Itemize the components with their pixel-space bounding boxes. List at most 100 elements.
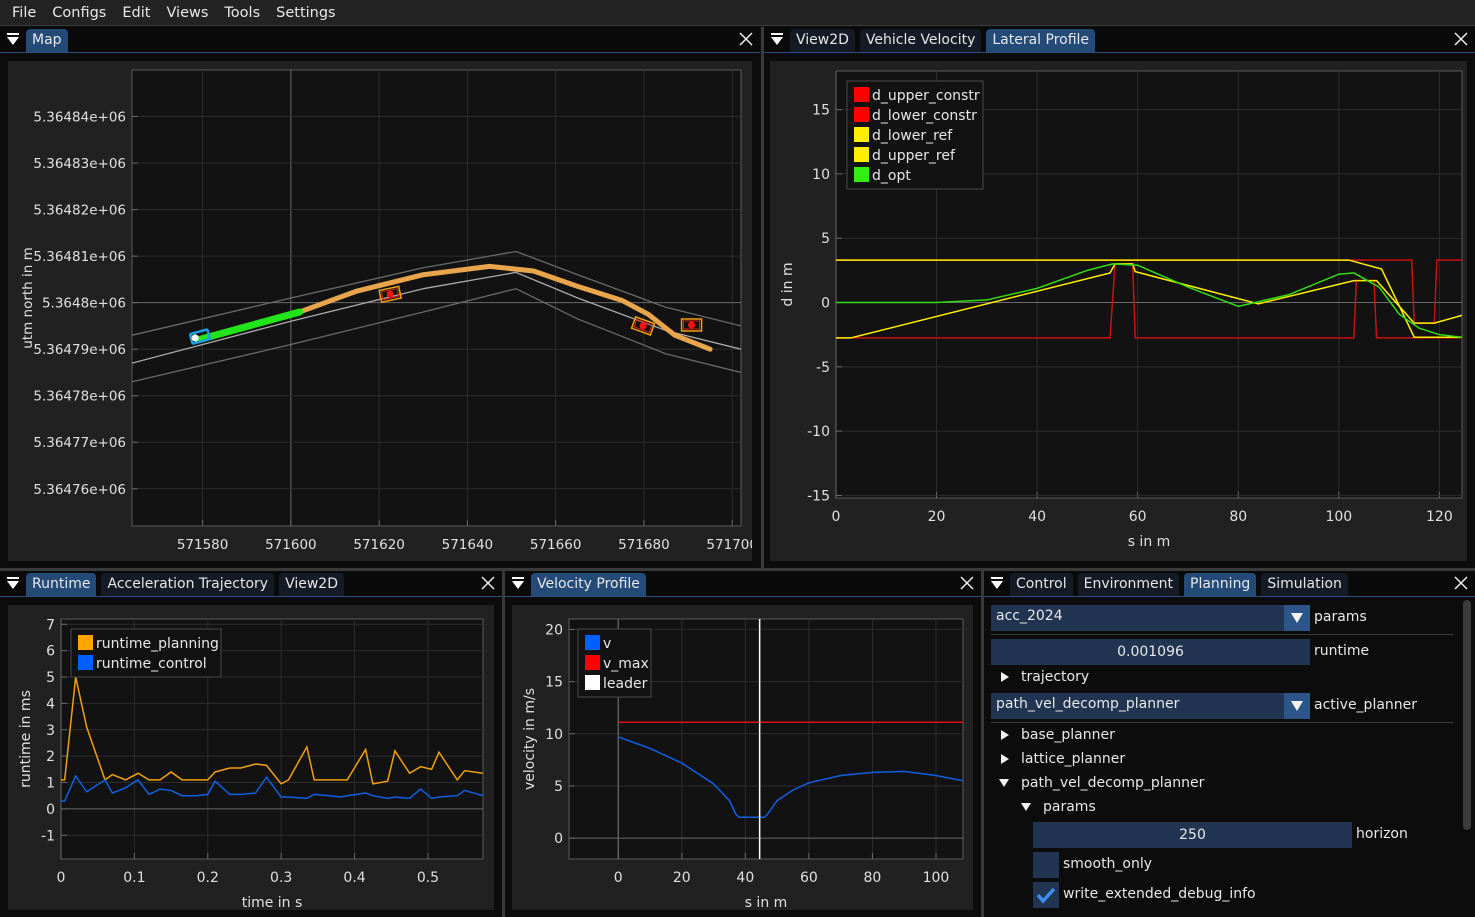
tab-control[interactable]: Control (1010, 573, 1073, 596)
settings-panel: Control Environment Planning Simulation acc… (984, 571, 1475, 917)
legend-label: v_max (603, 656, 649, 672)
tree-label: params (1043, 799, 1096, 815)
chevron-down-icon[interactable] (1284, 693, 1310, 719)
runtime-panel: Runtime Acceleration Trajectory View2D 0 0.… (0, 571, 502, 917)
menu-file[interactable]: File (4, 5, 44, 21)
dropdown-triangle-icon[interactable] (0, 570, 26, 596)
runtime-tabbar: Runtime Acceleration Trajectory View2D (0, 571, 502, 597)
y-tick-label: 10 (545, 727, 563, 743)
dropdown-triangle-icon[interactable] (764, 26, 790, 52)
y-tick-label: 2 (46, 749, 55, 765)
tab-planning[interactable]: Planning (1184, 573, 1257, 596)
menu-tools[interactable]: Tools (216, 5, 268, 21)
menu-views[interactable]: Views (158, 5, 216, 21)
tab-map[interactable]: Map (26, 29, 68, 52)
x-tick-label: 80 (864, 870, 882, 886)
y-tick-label: 5.36481e+06 (33, 249, 126, 265)
dropdown-triangle-icon[interactable] (505, 570, 531, 596)
legend-swatch (854, 167, 869, 182)
x-tick-label: 40 (736, 870, 754, 886)
plot-frame (131, 69, 742, 527)
checkmark-icon (1036, 887, 1056, 904)
legend-swatch (854, 147, 869, 162)
x-tick-label: 571620 (353, 537, 405, 553)
legend-label: d_opt (872, 168, 911, 184)
separator (991, 722, 1453, 723)
velocity-plot[interactable]: 0 20 40 60 80 100 0 5 10 15 20 s in m velocity in m/… (512, 605, 973, 910)
tab-runtime[interactable]: Runtime (26, 573, 97, 596)
x-tick-label: 100 (923, 870, 950, 886)
tree-node-params[interactable]: params (1021, 799, 1096, 815)
close-icon[interactable] (480, 575, 496, 591)
menu-configs[interactable]: Configs (44, 5, 114, 21)
tab-lateral-profile[interactable]: Lateral Profile (986, 29, 1096, 52)
params-combo[interactable]: acc_2024 (991, 605, 1310, 631)
y-tick-label: 0 (554, 831, 563, 847)
write-extended-debug-info-checkbox[interactable] (1033, 882, 1059, 908)
y-axis-label: d in m (780, 262, 796, 306)
active-planner-combo[interactable]: path_vel_decomp_planner (991, 693, 1310, 719)
smooth-only-checkbox[interactable] (1033, 852, 1059, 878)
y-tick-label: 5.36476e+06 (33, 482, 126, 498)
map-chart[interactable]: 571580 571600 571620 571640 571660 571680 5717… (8, 61, 752, 561)
x-tick-label: 571600 (265, 537, 317, 553)
velocity-chart[interactable]: 0 20 40 60 80 100 0 5 10 15 20 s in m velocity in m/… (512, 605, 973, 910)
x-tick-label: 0 (57, 870, 66, 886)
tree-node-trajectory[interactable]: trajectory (1001, 669, 1089, 685)
runtime-plot[interactable]: 0 0.1 0.2 0.3 0.4 0.5 -1 0 1 2 3 4 5 6 7 time in s runti… (8, 605, 494, 910)
horizon-label: horizon (1356, 826, 1408, 842)
y-axis-label: utm north in m (20, 247, 36, 349)
menu-settings[interactable]: Settings (268, 5, 343, 21)
legend-swatch (78, 635, 93, 650)
tab-vehicle-velocity[interactable]: Vehicle Velocity (859, 29, 982, 52)
legend-swatch (585, 655, 600, 670)
y-tick-label: 0 (821, 296, 830, 312)
dropdown-triangle-icon[interactable] (0, 26, 26, 52)
x-axis-label: s in m (1128, 534, 1171, 550)
tab-view2d[interactable]: View2D (790, 29, 855, 52)
chevron-down-icon[interactable] (1284, 605, 1310, 631)
tab-view2d[interactable]: View2D (279, 573, 344, 596)
close-icon[interactable] (738, 31, 754, 47)
horizon-field[interactable]: 250 (1033, 822, 1352, 848)
y-axis-label: runtime in ms (18, 690, 34, 788)
legend-label: runtime_planning (96, 636, 219, 652)
x-tick-label: 60 (800, 870, 818, 886)
close-icon[interactable] (959, 575, 975, 591)
write-extended-debug-info-label: write_extended_debug_info (1063, 886, 1256, 902)
tab-environment[interactable]: Environment (1077, 573, 1180, 596)
lateral-plot[interactable]: 0 20 40 60 80 100 120 -15 -10 -5 0 5 10 15 s in m d in … (770, 61, 1467, 561)
lateral-chart[interactable]: 0 20 40 60 80 100 120 -15 -10 -5 0 5 10 15 s in m d in … (770, 61, 1467, 561)
settings-content: acc_2024 params 0.001096 runtime traject… (984, 598, 1475, 917)
menu-edit[interactable]: Edit (114, 5, 158, 21)
tree-node-base-planner[interactable]: base_planner (1001, 727, 1115, 743)
legend-label: leader (603, 676, 648, 692)
close-icon[interactable] (1453, 31, 1469, 47)
x-axis-label: time in s (242, 895, 303, 910)
y-tick-label: 5 (46, 670, 55, 686)
expand-right-icon (1001, 730, 1009, 740)
settings-tabbar: Control Environment Planning Simulation (984, 571, 1475, 597)
runtime-field[interactable]: 0.001096 (991, 639, 1310, 665)
lateral-tabbar: View2D Vehicle Velocity Lateral Profile (764, 27, 1475, 53)
x-tick-label: 571640 (442, 537, 494, 553)
tab-acceleration-trajectory[interactable]: Acceleration Trajectory (101, 573, 275, 596)
y-tick-label: -1 (41, 828, 55, 844)
close-icon[interactable] (1453, 575, 1469, 591)
obstacle-dot (688, 321, 696, 329)
runtime-chart[interactable]: 0 0.1 0.2 0.3 0.4 0.5 -1 0 1 2 3 4 5 6 7 time in s runti… (8, 605, 494, 910)
settings-scrollbar[interactable] (1463, 600, 1471, 830)
tree-node-path-vel-decomp-planner[interactable]: path_vel_decomp_planner (999, 775, 1204, 791)
velocity-panel: Velocity Profile 0 20 40 60 80 100 0 5 10 15 20 s i… (505, 571, 981, 917)
dropdown-triangle-icon[interactable] (984, 570, 1010, 596)
x-tick-label: 571660 (530, 537, 582, 553)
tree-node-lattice-planner[interactable]: lattice_planner (1001, 751, 1125, 767)
tab-simulation[interactable]: Simulation (1261, 573, 1348, 596)
x-tick-label: 80 (1229, 509, 1247, 525)
x-tick-label: 60 (1129, 509, 1147, 525)
velocity-tabbar: Velocity Profile (505, 571, 981, 597)
map-plot[interactable]: 571580 571600 571620 571640 571660 571680 5717… (8, 61, 752, 561)
tab-velocity-profile[interactable]: Velocity Profile (531, 573, 646, 596)
y-tick-label: -5 (816, 360, 830, 376)
legend-label: d_upper_constr (872, 88, 980, 104)
